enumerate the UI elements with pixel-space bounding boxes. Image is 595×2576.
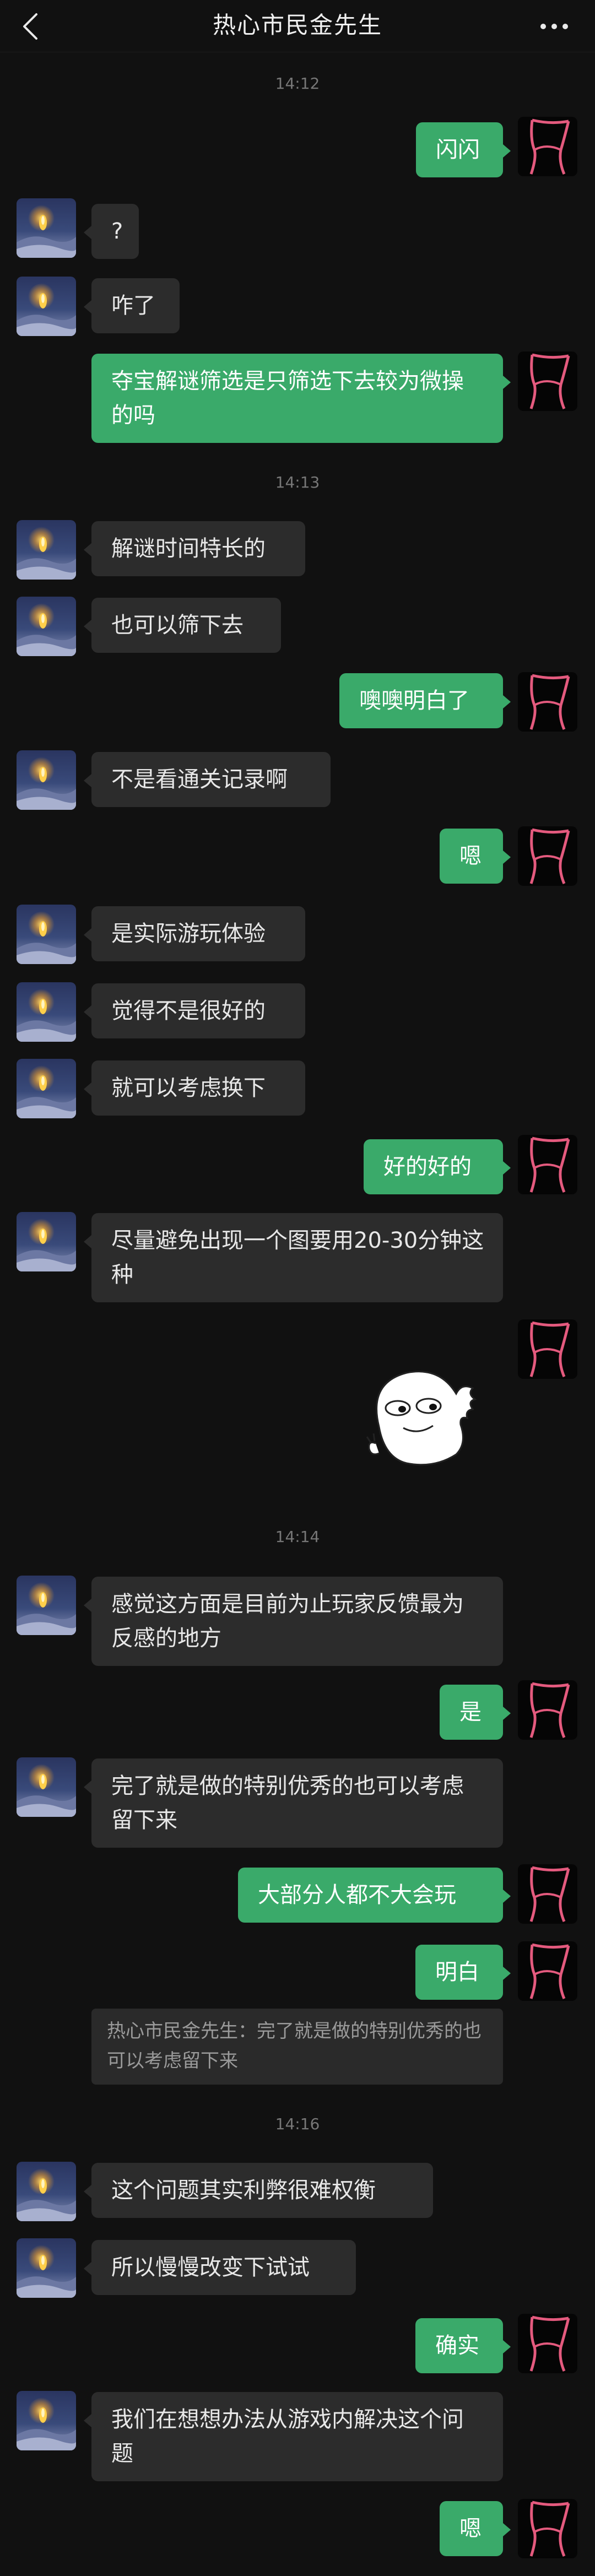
contact-avatar[interactable] (17, 597, 76, 656)
dinosaur-sticker[interactable] (357, 1361, 489, 1471)
message-bubble[interactable]: 噢噢明白了 (339, 673, 511, 728)
chat-header: 热心市民金先生 (0, 0, 595, 52)
contact-avatar[interactable] (17, 2162, 76, 2221)
message-bubble[interactable]: 不是看通关记录啊 (84, 752, 331, 807)
message-bubble[interactable]: 觉得不是很好的 (84, 983, 305, 1038)
message-bubble[interactable]: 好的好的 (364, 1139, 511, 1194)
contact-avatar[interactable] (17, 905, 76, 964)
contact-avatar[interactable] (17, 1576, 76, 1635)
message-bubble[interactable]: 所以慢慢改变下试试 (84, 2240, 356, 2295)
self-avatar[interactable] (518, 117, 577, 176)
chat-title: 热心市民金先生 (212, 12, 382, 39)
message-bubble[interactable]: 大部分人都不大会玩 (238, 1868, 511, 1923)
message-bubble[interactable]: 闪闪 (416, 122, 511, 177)
message-bubble[interactable]: ? (84, 204, 139, 259)
message-bubble[interactable]: 就可以考虑换下 (84, 1060, 305, 1116)
self-avatar[interactable] (518, 2499, 577, 2558)
message-bubble[interactable]: 尽量避免出现一个图要用20-30分钟这种 (84, 1213, 503, 1302)
contact-avatar[interactable] (17, 982, 76, 1042)
more-dots-icon[interactable] (539, 13, 570, 40)
message-bubble[interactable]: 这个问题其实利弊很难权衡 (84, 2163, 433, 2218)
contact-avatar[interactable] (17, 750, 76, 810)
message-bubble[interactable]: 感觉这方面是目前为止玩家反馈最为反感的地方 (84, 1577, 503, 1666)
contact-avatar[interactable] (17, 1212, 76, 1271)
message-bubble[interactable]: 明白 (415, 1945, 511, 2000)
contact-avatar[interactable] (17, 198, 76, 258)
timestamp: 14:13 (275, 473, 320, 491)
self-avatar[interactable] (518, 2314, 577, 2373)
self-avatar[interactable] (518, 1941, 577, 2001)
contact-avatar[interactable] (17, 2391, 76, 2450)
self-avatar[interactable] (518, 1135, 577, 1194)
timestamp: 14:16 (275, 2115, 320, 2133)
self-avatar[interactable] (518, 672, 577, 732)
timestamp: 14:12 (275, 74, 320, 93)
self-avatar[interactable] (518, 1864, 577, 1924)
contact-avatar[interactable] (17, 1757, 76, 1817)
self-avatar[interactable] (518, 1319, 577, 1379)
self-avatar[interactable] (518, 351, 577, 411)
message-bubble[interactable]: 夺宝解谜筛选是只筛选下去较为微操的吗 (91, 354, 511, 443)
self-avatar[interactable] (518, 826, 577, 886)
message-bubble[interactable]: 嗯 (440, 829, 511, 884)
message-bubble[interactable]: 咋了 (84, 278, 180, 333)
message-bubble[interactable]: 是 (440, 1685, 511, 1740)
self-avatar[interactable] (518, 1680, 577, 1740)
quoted-reply[interactable]: 热心市民金先生：完了就是做的特别优秀的也可以考虑留下来 (91, 2009, 503, 2085)
message-bubble[interactable]: 确实 (415, 2318, 511, 2373)
contact-avatar[interactable] (17, 520, 76, 580)
message-bubble[interactable]: 是实际游玩体验 (84, 906, 305, 961)
message-bubble[interactable]: 也可以筛下去 (84, 598, 281, 653)
contact-avatar[interactable] (17, 2238, 76, 2298)
contact-avatar[interactable] (17, 1059, 76, 1118)
message-bubble[interactable]: 我们在想想办法从游戏内解决这个问题 (84, 2392, 503, 2481)
message-bubble[interactable]: 嗯 (440, 2501, 511, 2556)
timestamp: 14:14 (275, 1528, 320, 1546)
message-bubble[interactable]: 完了就是做的特别优秀的也可以考虑留下来 (84, 1758, 503, 1848)
contact-avatar[interactable] (17, 277, 76, 336)
message-bubble[interactable]: 解谜时间特长的 (84, 521, 305, 576)
